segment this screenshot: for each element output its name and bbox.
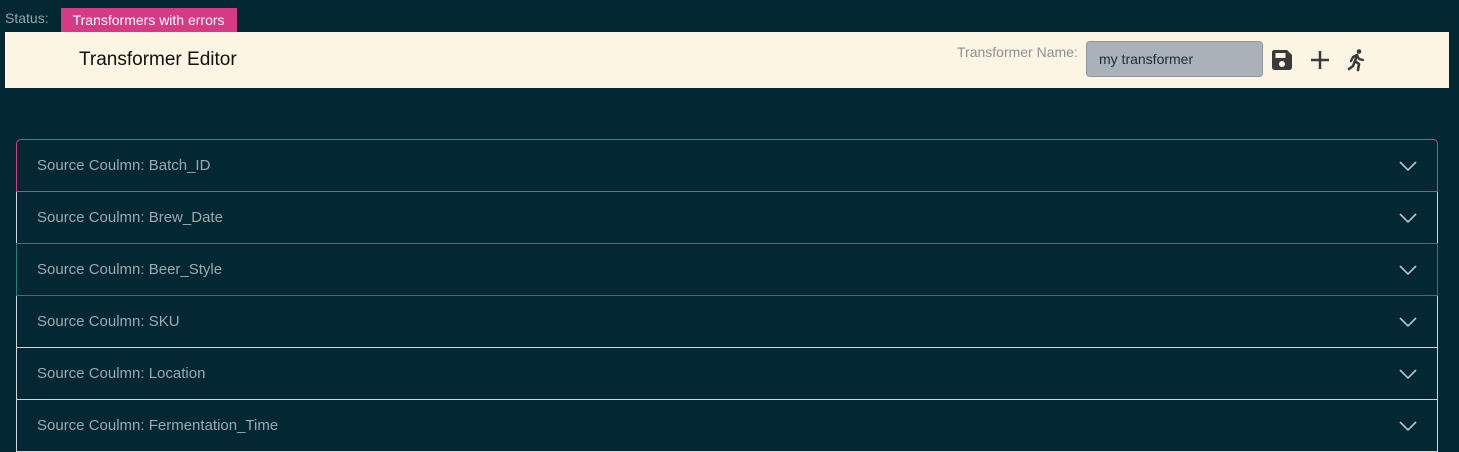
accordion-item-label: Source Coulmn: Brew_Date: [37, 209, 223, 226]
save-icon: [1272, 50, 1292, 70]
source-column-list: Source Coulmn: Batch_ID Source Coulmn: B…: [16, 139, 1438, 452]
accordion-item-brew-date[interactable]: Source Coulmn: Brew_Date: [16, 191, 1438, 244]
editor-header: Transformer Editor Transformer Name:: [5, 32, 1449, 88]
accordion-item-label: Source Coulmn: Beer_Style: [37, 261, 223, 278]
status-row: Status: Transformers with errors: [5, 8, 237, 32]
accordion-item-label: Source Coulmn: Location: [37, 365, 206, 382]
page-title: Transformer Editor: [79, 49, 237, 70]
chevron-down-icon[interactable]: [1399, 264, 1417, 276]
run-button[interactable]: [1343, 47, 1369, 73]
chevron-down-icon[interactable]: [1399, 160, 1417, 172]
accordion-item-label: Source Coulmn: Fermentation_Time: [37, 417, 279, 434]
transformer-name-label: Transformer Name:: [957, 44, 1078, 60]
add-button[interactable]: [1307, 47, 1333, 73]
chevron-down-icon[interactable]: [1399, 420, 1417, 432]
chevron-down-icon[interactable]: [1399, 212, 1417, 224]
status-label: Status:: [5, 10, 49, 26]
status-badge[interactable]: Transformers with errors: [60, 8, 237, 32]
save-button[interactable]: [1269, 47, 1295, 73]
accordion-item-location[interactable]: Source Coulmn: Location: [16, 347, 1438, 400]
accordion-item-fermentation-time[interactable]: Source Coulmn: Fermentation_Time: [16, 399, 1438, 452]
accordion-item-sku[interactable]: Source Coulmn: SKU: [16, 295, 1438, 348]
chevron-down-icon[interactable]: [1399, 316, 1417, 328]
accordion-item-label: Source Coulmn: Batch_ID: [37, 157, 211, 174]
chevron-down-icon[interactable]: [1399, 368, 1417, 380]
plus-icon: [1311, 51, 1329, 69]
accordion-item-batch-id[interactable]: Source Coulmn: Batch_ID: [16, 139, 1438, 192]
accordion-item-label: Source Coulmn: SKU: [37, 313, 180, 330]
transformer-name-input[interactable]: [1086, 41, 1263, 77]
accordion-item-beer-style[interactable]: Source Coulmn: Beer_Style: [16, 243, 1438, 296]
run-icon: [1347, 49, 1365, 72]
